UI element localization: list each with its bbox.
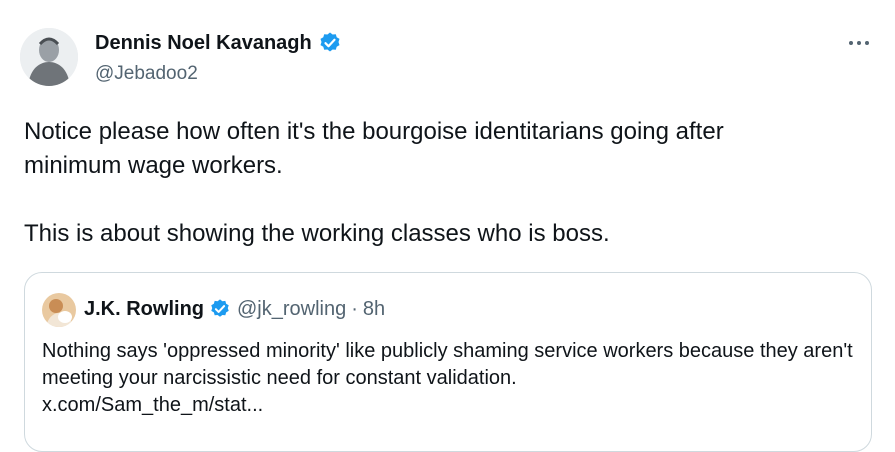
separator-dot: · bbox=[351, 298, 358, 320]
quoted-header: J.K. Rowling @jk_rowling · 8h bbox=[84, 296, 385, 322]
author-name[interactable]: Dennis Noel Kavanagh bbox=[95, 31, 312, 55]
quoted-timestamp[interactable]: 8h bbox=[363, 296, 385, 322]
quoted-author-avatar[interactable] bbox=[42, 293, 76, 327]
quoted-link[interactable]: x.com/Sam_the_m/stat... bbox=[42, 394, 263, 416]
author-handle[interactable]: @Jebadoo2 bbox=[95, 62, 198, 86]
quoted-author-name[interactable]: J.K. Rowling bbox=[84, 296, 204, 322]
verified-badge-icon bbox=[209, 298, 231, 320]
tweet-text: Notice please how often it's the bourgoi… bbox=[24, 118, 724, 247]
more-options-button[interactable] bbox=[844, 31, 874, 55]
tweet-card: Dennis Noel Kavanagh @Jebadoo2 Notice pl… bbox=[0, 0, 895, 452]
more-horizontal-icon bbox=[849, 41, 869, 45]
quoted-tweet[interactable]: J.K. Rowling @jk_rowling · 8h Nothing sa… bbox=[24, 272, 872, 452]
author-name-row[interactable]: Dennis Noel Kavanagh bbox=[95, 31, 342, 55]
author-avatar[interactable] bbox=[20, 28, 78, 86]
verified-badge-icon bbox=[318, 31, 342, 55]
quoted-text: Nothing says 'oppressed minority' like p… bbox=[42, 340, 853, 389]
quoted-author-handle[interactable]: @jk_rowling bbox=[237, 296, 346, 322]
quoted-text-block: Nothing says 'oppressed minority' like p… bbox=[42, 338, 857, 419]
